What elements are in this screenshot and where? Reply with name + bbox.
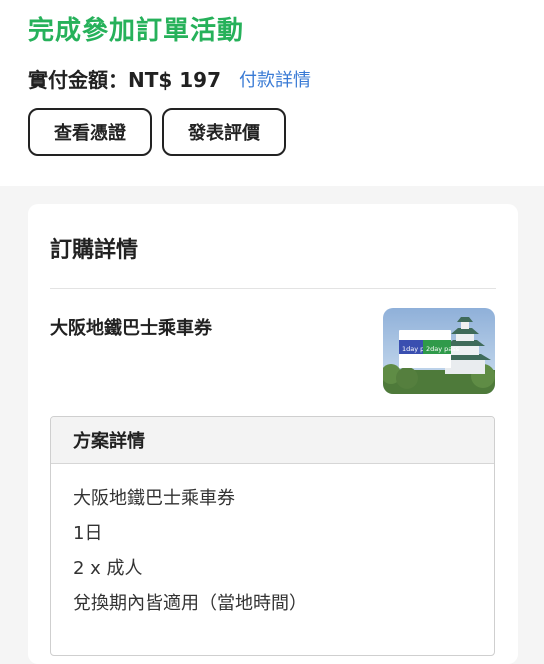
- product-name[interactable]: 大阪地鐵巴士乘車券: [50, 314, 212, 340]
- payment-details-link[interactable]: 付款詳情: [239, 66, 311, 92]
- view-voucher-button[interactable]: 查看憑證: [28, 108, 152, 156]
- pass-label-2day: 2day pass: [426, 345, 460, 353]
- paid-amount: 實付金額：NT$ 197: [28, 68, 222, 92]
- plan-details-box: 方案詳情 大阪地鐵巴士乘車券 1日 2 x 成人 兌換期內皆適用（當地時間）: [50, 416, 495, 656]
- product-thumbnail[interactable]: 1day pass 2day pass: [383, 308, 495, 394]
- page-title: 完成參加訂單活動: [28, 16, 245, 46]
- order-complete-header: 完成參加訂單活動 實付金額：NT$ 197 付款詳情 查看憑證 發表評價: [0, 0, 544, 186]
- plan-line: 大阪地鐵巴士乘車券: [73, 488, 235, 509]
- amount-row: 實付金額：NT$ 197 付款詳情: [28, 64, 311, 93]
- plan-details-title: 方案詳情: [51, 417, 494, 464]
- order-details-card: 訂購詳情 大阪地鐵巴士乘車券 1day pass 2day pass 方案詳情 …: [28, 204, 518, 664]
- plan-line: 兌換期內皆適用（當地時間）: [73, 593, 307, 614]
- divider: [50, 288, 496, 289]
- plan-line: 1日: [73, 523, 103, 544]
- action-buttons: 查看憑證 發表評價: [28, 108, 286, 156]
- osaka-pass-image: 1day pass 2day pass: [383, 308, 495, 394]
- write-review-button[interactable]: 發表評價: [162, 108, 286, 156]
- order-details-title: 訂購詳情: [50, 238, 139, 263]
- plan-line: 2 x 成人: [73, 558, 143, 579]
- plan-details-lines: 大阪地鐵巴士乘車券 1日 2 x 成人 兌換期內皆適用（當地時間）: [51, 464, 494, 626]
